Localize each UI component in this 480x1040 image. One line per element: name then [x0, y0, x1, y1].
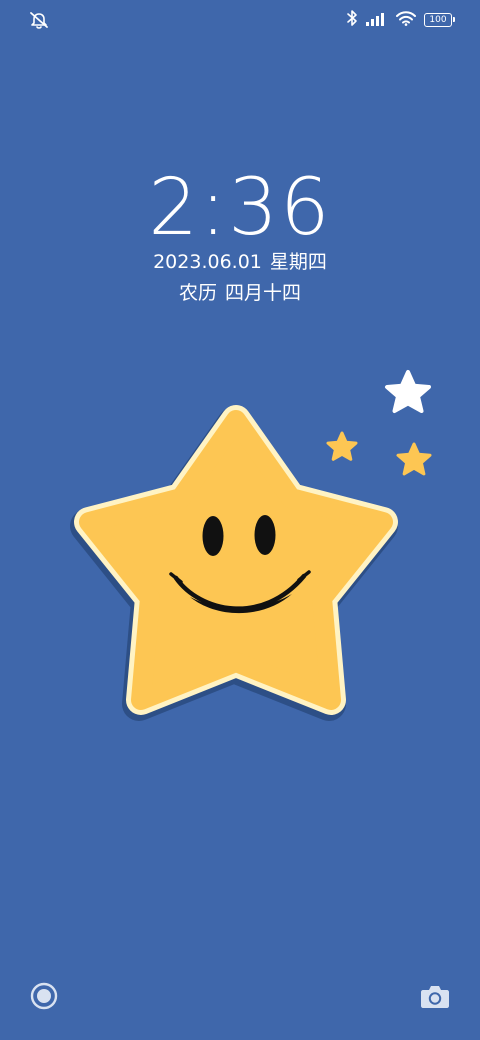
camera-icon[interactable] — [420, 983, 450, 1009]
smiling-star-icon — [70, 405, 398, 721]
signal-icon — [366, 11, 388, 30]
small-star-icon — [396, 442, 432, 476]
lunar-date-line: 农历 四月十四 — [0, 279, 480, 307]
battery-level: 100 — [429, 15, 447, 25]
lunar-label: 农历 — [178, 282, 217, 304]
date-text: 2023.06.01 — [153, 251, 262, 273]
wallpaper-art — [0, 340, 480, 740]
date-line: 2023.06.01 星期四 — [0, 248, 480, 276]
lunar-date-text: 四月十四 — [225, 282, 302, 304]
weekday-text: 星期四 — [269, 251, 327, 273]
clock-time: 2:36 — [148, 163, 332, 253]
white-star-icon — [385, 370, 431, 413]
bluetooth-icon — [346, 9, 358, 31]
lock-screen: 100 2:36 2023.06.01 星期四 农历 四月十四 — [0, 0, 480, 1040]
battery-icon: 100 — [424, 13, 455, 27]
wifi-icon — [396, 10, 416, 30]
muted-bell-icon — [28, 10, 50, 30]
assistant-icon[interactable] — [30, 982, 58, 1010]
status-icons: 100 — [346, 9, 455, 31]
small-star-icon — [326, 431, 358, 461]
